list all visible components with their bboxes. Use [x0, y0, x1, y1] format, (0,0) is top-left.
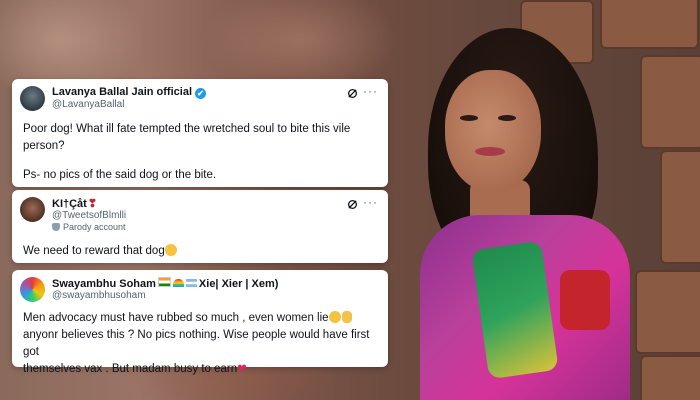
author-name-text[interactable]: Swayambhu Soham [52, 278, 156, 290]
avatar[interactable] [20, 277, 45, 302]
more-options-icon[interactable]: ··· [363, 195, 378, 209]
saree-red-panel [560, 270, 610, 330]
rainbow-icon [172, 279, 184, 287]
tweet-text-ps: Ps- no pics of the said dog or the bite. [23, 169, 217, 181]
tweet-line-2: anyonr believes this ? No pics nothing. … [23, 329, 370, 358]
author-name[interactable]: Lavanya Ballal Jain official ✔ [52, 86, 207, 99]
trans-flag-icon [185, 279, 197, 287]
author-handle[interactable]: @swayambhusoham [52, 290, 146, 301]
tweet-line-1-text: Men advocacy must have rubbed so much , … [23, 312, 329, 324]
author-name-text[interactable]: Lavanya Ballal Jain official [52, 86, 192, 98]
heart-exclamation-emoji: ❣ [87, 198, 98, 210]
sweat-smile-emoji [328, 311, 341, 323]
rolling-laughing-emoji [164, 244, 177, 256]
woman-lips [475, 147, 505, 156]
more-options-icon[interactable]: ··· [363, 84, 378, 98]
avatar[interactable] [20, 86, 45, 111]
woman-eye-right [498, 115, 516, 121]
grok-icon[interactable] [347, 88, 358, 99]
woman-face [445, 70, 541, 192]
author-name-text[interactable]: KI†Çåt [52, 198, 87, 210]
tweet-text: Poor dog! What ill fate tempted the wret… [23, 123, 351, 152]
tweet-card-kitcat[interactable]: KI†Çåt❣ @TweetsofBlmlli Parody account ·… [12, 190, 388, 263]
tweet-card-swayambhu[interactable]: Swayambhu Soham Xie| Xier | Xem) @swayamb… [12, 270, 388, 375]
mask-icon [52, 223, 60, 231]
parody-account-label: Parody account [52, 222, 126, 232]
woman-eye-left [460, 115, 478, 121]
red-heart-emoji: ❤ [237, 363, 247, 375]
tweet-line-3-text: themselves vax . But madam busy to earn [23, 363, 238, 375]
tweet-line-3: themselves vax . But madam busy to earn❤ [23, 361, 383, 378]
pointing-down-emoji [341, 311, 352, 323]
verified-badge-icon: ✔ [195, 88, 207, 99]
author-handle[interactable]: @TweetsofBlmlli [52, 210, 126, 221]
india-flag-icon [157, 277, 171, 287]
tweet-text-content: We need to reward that dog [23, 245, 165, 257]
grok-icon[interactable] [347, 199, 358, 210]
tweet-text: Men advocacy must have rubbed so much , … [23, 310, 383, 378]
tweet-line-1: Men advocacy must have rubbed so much , … [23, 310, 383, 327]
parody-text: Parody account [63, 222, 126, 232]
author-handle[interactable]: @LavanyaBallal [52, 99, 124, 110]
tweet-text: We need to reward that dog [23, 243, 177, 260]
tweet-card-lavanya[interactable]: Lavanya Ballal Jain official ✔ @LavanyaBa… [12, 79, 388, 187]
author-pronouns: Xie| Xier | Xem) [198, 278, 279, 290]
author-name[interactable]: Swayambhu Soham Xie| Xier | Xem) [52, 277, 278, 290]
author-name[interactable]: KI†Çåt❣ [52, 197, 97, 210]
avatar[interactable] [20, 197, 45, 222]
